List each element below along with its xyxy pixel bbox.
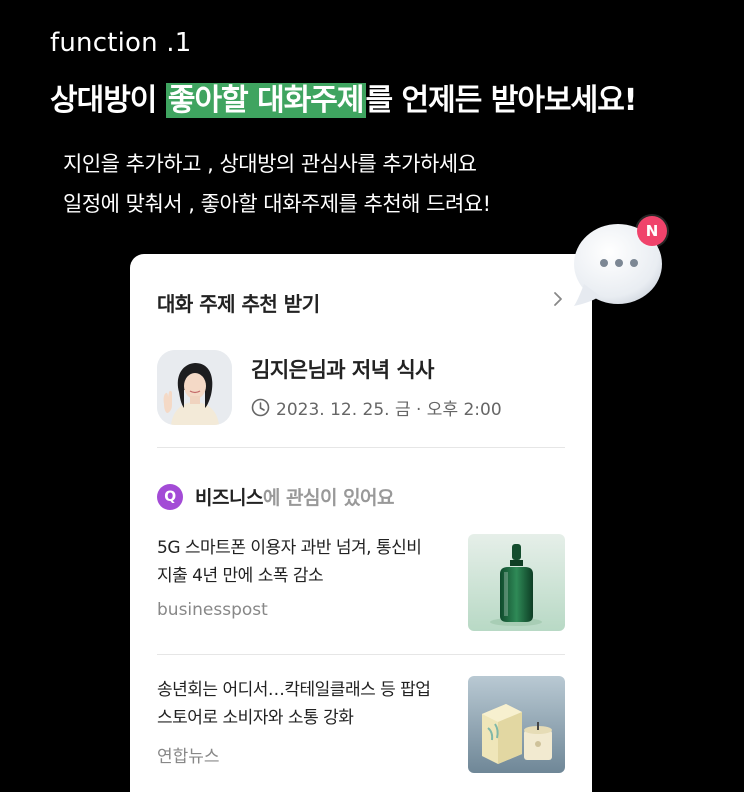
event-datetime-text: 2023. 12. 25. 금 · 오후 2:00	[276, 400, 502, 420]
topic-keyword: 비즈니스	[195, 487, 263, 509]
headline-part1: 상대방이	[50, 83, 166, 118]
divider	[157, 447, 565, 448]
headline: 상대방이 좋아할 대화주제를 언제든 받아보세요!	[50, 80, 637, 122]
event-datetime: 2023. 12. 25. 금 · 오후 2:00	[251, 395, 502, 420]
news-title: 5G 스마트폰 이용자 과반 넘겨, 통신비 지출 4년 만에 소폭 감소	[157, 534, 447, 590]
recommendation-card: 대화 주제 추천 받기 김지은님과 저녁 식사 2023. 12. 25. 금 …	[130, 254, 592, 792]
topic-badge: Q	[157, 483, 183, 510]
divider	[157, 654, 565, 655]
news-thumbnail	[468, 534, 565, 631]
subtext-line1: 지인을 추가하고 , 상대방의 관심사를 추가하세요	[63, 152, 477, 176]
card-header: 대화 주제 추천 받기	[157, 292, 320, 316]
headline-part2: 를 언제든 받아보세요!	[365, 83, 638, 118]
headline-highlight: 좋아할 대화주제	[165, 83, 366, 118]
event-title: 김지은님과 저녁 식사	[251, 358, 435, 382]
news-title-line: 5G 스마트폰 이용자 과반 넘겨, 통신비	[157, 538, 422, 558]
avatar	[157, 350, 232, 425]
news-thumbnail	[468, 676, 565, 773]
news-item[interactable]: 송년회는 어디서…칵테일클래스 등 팝업 스토어로 소비자와 소통 강화 연합뉴…	[157, 676, 565, 776]
notification-bubble[interactable]: N	[570, 214, 670, 314]
clock-icon	[251, 398, 270, 417]
news-title: 송년회는 어디서…칵테일클래스 등 팝업 스토어로 소비자와 소통 강화	[157, 676, 447, 732]
section-label: function .1	[50, 28, 192, 58]
news-title-line: 송년회는 어디서…칵테일클래스 등 팝업	[157, 680, 431, 700]
news-title-line: 지출 4년 만에 소폭 감소	[157, 566, 324, 586]
interest-topic: Q 비즈니스에 관심이 있어요	[157, 483, 395, 510]
topic-suffix: 에 관심이 있어요	[262, 487, 395, 509]
notification-badge: N	[637, 216, 667, 246]
news-title-line: 스토어로 소비자와 소통 강화	[157, 708, 354, 728]
subtext-line2: 일정에 맞춰서 , 좋아할 대화주제를 추천해 드려요!	[63, 192, 491, 216]
news-item[interactable]: 5G 스마트폰 이용자 과반 넘겨, 통신비 지출 4년 만에 소폭 감소 bu…	[157, 534, 565, 634]
chevron-right-icon[interactable]	[550, 290, 566, 308]
